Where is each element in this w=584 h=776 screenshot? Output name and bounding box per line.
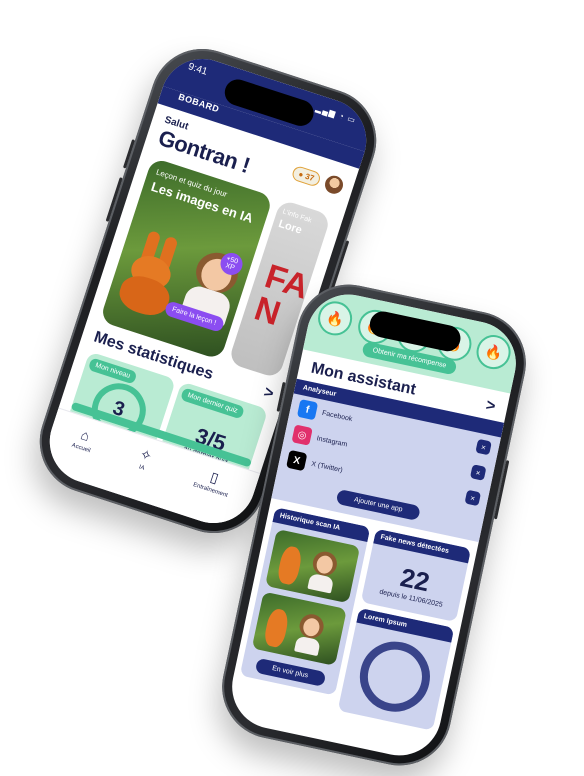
see-more-button[interactable]: En voir plus <box>254 657 326 687</box>
remove-app-button[interactable]: × <box>464 489 482 507</box>
nav-ia[interactable]: ✧ IA <box>126 445 155 500</box>
app-name: X (Twitter) <box>310 460 344 474</box>
level-label: Mon niveau <box>87 357 138 385</box>
signal-icon: ▂▄▆ ◔ ▭ <box>314 103 358 126</box>
nav-home[interactable]: ⌂ Accueil <box>62 425 97 481</box>
book-icon: ▯ <box>208 468 221 486</box>
fake-news-panel[interactable]: Fake news détectées 22 depuis le 11/06/2… <box>360 528 472 623</box>
nav-label: Accueil <box>70 442 92 455</box>
volume-button <box>122 139 136 169</box>
app-name: Instagram <box>316 434 348 449</box>
x-twitter-icon: X <box>286 449 308 472</box>
nav-label: IA <box>138 464 146 472</box>
lorem-ring <box>352 635 436 719</box>
scan-thumbnail[interactable] <box>265 528 361 604</box>
app-name: Facebook <box>321 409 354 423</box>
instagram-icon: ◎ <box>291 424 313 446</box>
status-time: 9:41 <box>186 61 209 78</box>
remove-app-button[interactable]: × <box>475 438 492 456</box>
remove-app-button[interactable]: × <box>469 464 487 481</box>
scan-thumbnail[interactable] <box>251 591 347 666</box>
sparkle-icon: ✧ <box>137 445 155 465</box>
fire-icon: 🔥 <box>314 298 356 339</box>
chevron-right-icon: > <box>261 383 276 403</box>
chevron-right-icon: > <box>484 396 497 416</box>
coin-count: 37 <box>304 171 316 183</box>
power-button <box>493 460 510 520</box>
lorem-panel[interactable]: Lorem Ipsum <box>337 607 455 731</box>
home-icon: ⌂ <box>78 426 92 445</box>
facebook-icon: f <box>296 398 319 421</box>
fire-icon: 🔥 <box>473 331 514 373</box>
nav-training[interactable]: ▯ Entraînement <box>183 465 234 527</box>
nav-label: Entraînement <box>192 482 229 499</box>
